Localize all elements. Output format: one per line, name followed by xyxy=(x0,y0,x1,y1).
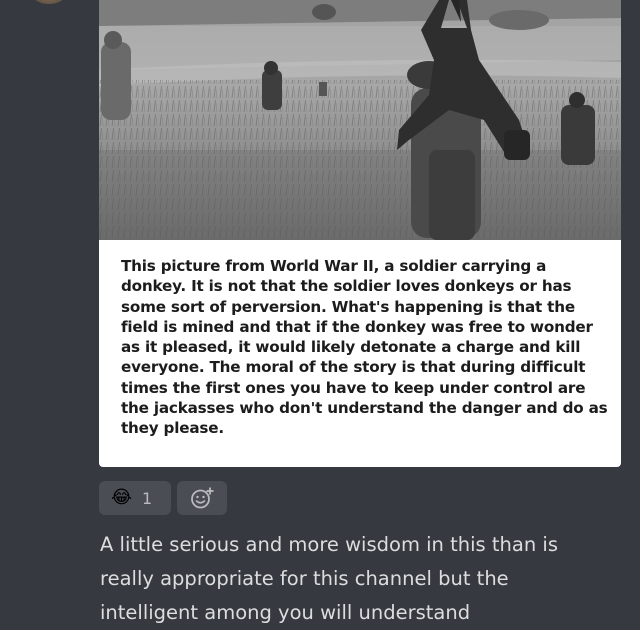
reaction-count: 1 xyxy=(142,488,153,508)
ww2-soldier-carrying-donkey-photo xyxy=(99,0,621,240)
face-with-tears-of-joy-icon: 😂 xyxy=(111,487,133,508)
attachment-caption: This picture from World War II, a soldie… xyxy=(121,257,608,438)
image-attachment[interactable]: This picture from World War II, a soldie… xyxy=(99,0,621,467)
add-reaction-button[interactable] xyxy=(177,481,227,515)
user-avatar[interactable] xyxy=(26,0,72,4)
reaction-laughing[interactable]: 😂 1 xyxy=(99,481,171,515)
message-text: A little serious and more wisdom in this… xyxy=(100,533,558,624)
add-reaction-icon xyxy=(191,487,214,509)
reactions-bar: 😂 1 xyxy=(99,481,227,515)
